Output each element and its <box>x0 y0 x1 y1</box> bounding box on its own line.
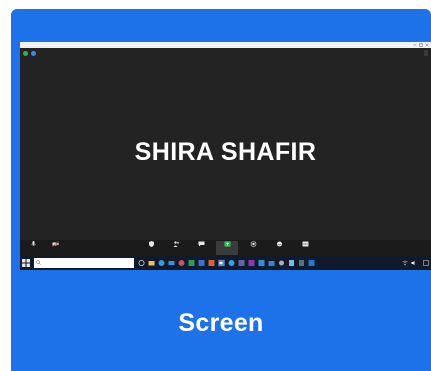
meeting-controls-bar <box>20 240 431 256</box>
more-icon <box>302 241 308 247</box>
taskbar-apps <box>138 259 315 267</box>
file-explorer-icon[interactable] <box>148 259 155 267</box>
security-button[interactable] <box>140 241 162 255</box>
smile-icon <box>276 241 282 247</box>
close-icon[interactable] <box>425 43 429 47</box>
settings-icon[interactable] <box>278 259 285 267</box>
screen-preview: SHIRA SHAFIR <box>20 42 431 270</box>
share-screen-icon <box>223 241 231 247</box>
chat-icon <box>198 241 204 247</box>
window-title-bar <box>20 42 431 48</box>
notifications-icon[interactable] <box>423 260 429 266</box>
teams-icon[interactable] <box>238 259 245 267</box>
chat-button[interactable] <box>190 241 212 255</box>
photos-icon[interactable] <box>258 259 265 267</box>
meeting-info-icon[interactable] <box>31 51 36 56</box>
wifi-icon[interactable] <box>402 260 408 266</box>
outlook-icon[interactable] <box>308 259 315 267</box>
people-icon <box>173 241 179 247</box>
windows-start-icon[interactable] <box>22 259 30 267</box>
excel-icon[interactable] <box>188 259 195 267</box>
participants-button[interactable] <box>165 241 187 255</box>
task-view-icon[interactable] <box>138 259 145 267</box>
share-screen-button[interactable] <box>216 241 238 255</box>
record-icon <box>250 241 256 247</box>
windows-taskbar <box>20 256 431 270</box>
record-button[interactable] <box>242 241 264 255</box>
maximize-icon[interactable] <box>419 43 423 47</box>
taskbar-search-input[interactable] <box>42 259 130 267</box>
powerpoint-icon[interactable] <box>208 259 215 267</box>
zoom-app-icon[interactable] <box>218 259 225 267</box>
calculator-icon[interactable] <box>298 259 305 267</box>
word-icon[interactable] <box>198 259 205 267</box>
taskbar-search[interactable] <box>34 258 134 268</box>
more-button[interactable] <box>294 241 316 255</box>
meeting-status <box>23 51 36 56</box>
system-tray <box>402 257 429 269</box>
mail-icon[interactable] <box>168 259 175 267</box>
shield-icon <box>148 241 154 247</box>
store-icon[interactable] <box>268 259 275 267</box>
onenote-icon[interactable] <box>248 259 255 267</box>
minimize-icon[interactable] <box>413 43 417 47</box>
encryption-icon[interactable] <box>23 51 28 56</box>
unmute-button[interactable] <box>22 241 44 255</box>
notepad-icon[interactable] <box>288 259 295 267</box>
view-button[interactable] <box>424 50 428 56</box>
participant-name: SHIRA SHAFIR <box>134 138 317 166</box>
video-camera-icon <box>51 241 59 247</box>
reactions-button[interactable] <box>268 241 290 255</box>
chrome-icon[interactable] <box>178 259 185 267</box>
volume-icon[interactable] <box>411 260 417 266</box>
microphone-icon <box>30 241 36 246</box>
search-icon <box>36 260 41 265</box>
edge-icon[interactable] <box>158 259 165 267</box>
card-label: Screen <box>178 309 264 337</box>
skype-icon[interactable] <box>228 259 235 267</box>
start-video-button[interactable] <box>44 241 66 255</box>
